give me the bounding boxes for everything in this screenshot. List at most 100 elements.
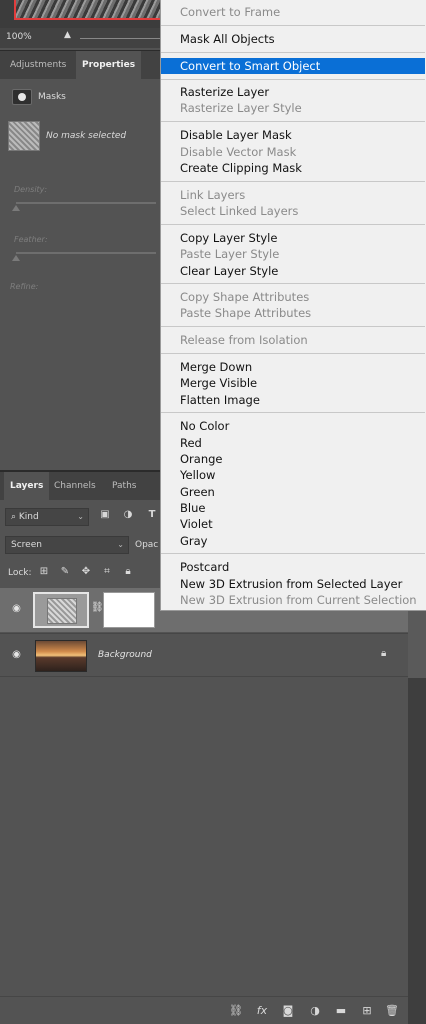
menu-item-color-blue[interactable]: Blue: [161, 500, 425, 516]
menu-item-postcard[interactable]: Postcard: [161, 559, 425, 575]
menu-separator: [161, 326, 425, 327]
lock-position-icon[interactable]: ✥: [79, 565, 93, 579]
masks-header: Masks: [0, 85, 160, 111]
menu-item-copy-shape-attributes: Copy Shape Attributes: [180, 290, 310, 304]
lock-label: Lock:: [8, 568, 32, 578]
menu-item-3d-extrusion-selected-layer[interactable]: New 3D Extrusion from Selected Layer: [161, 576, 425, 592]
chevron-down-icon: ⌄: [77, 512, 84, 521]
menu-item-disable-layer-mask[interactable]: Disable Layer Mask: [161, 127, 425, 143]
tab-paths[interactable]: Paths: [106, 472, 142, 500]
menu-separator: [161, 353, 425, 354]
menu-item-color-yellow[interactable]: Yellow: [161, 467, 425, 483]
blend-mode-dropdown[interactable]: Screen ⌄: [5, 536, 129, 554]
density-slider-knob[interactable]: [12, 205, 20, 211]
search-icon: ⌕: [11, 512, 19, 522]
menu-item-color-gray[interactable]: Gray: [161, 533, 425, 549]
lock-paint-icon[interactable]: ✎: [58, 565, 72, 579]
layer-thumbnail[interactable]: [33, 592, 89, 628]
menu-item-merge-down[interactable]: Merge Down: [161, 359, 425, 375]
menu-item-color-red[interactable]: Red: [161, 435, 425, 451]
new-group-icon[interactable]: ▬: [333, 1003, 349, 1019]
adjustment-layer-icon[interactable]: ◑: [307, 1003, 323, 1019]
menu-separator: [161, 181, 425, 182]
image-filter-icon[interactable]: ▣: [99, 509, 111, 520]
filter-kind-dropdown[interactable]: ⌕ Kind ⌄: [5, 508, 89, 526]
menu-item-paste-layer-style: Paste Layer Style: [180, 247, 280, 261]
menu-item-disable-vector-mask: Disable Vector Mask: [180, 145, 297, 159]
lock-artboard-icon[interactable]: ⌗: [100, 565, 114, 579]
menu-separator: [161, 121, 425, 122]
layer-name[interactable]: Background: [98, 650, 152, 660]
menu-separator: [161, 52, 425, 53]
density-label: Density:: [14, 185, 48, 194]
menu-item-paste-shape-attributes: Paste Shape Attributes: [180, 306, 312, 320]
link-layers-icon[interactable]: ⛓: [228, 1003, 244, 1019]
tab-channels[interactable]: Channels: [48, 472, 102, 500]
zoom-slider[interactable]: [80, 38, 160, 39]
menu-separator: [161, 553, 425, 554]
menu-separator: [161, 224, 425, 225]
tab-properties[interactable]: Properties: [76, 51, 142, 79]
mask-thumbnail: [8, 121, 40, 151]
tab-layers[interactable]: Layers: [4, 472, 50, 500]
menu-item-flatten-image[interactable]: Flatten Image: [161, 392, 425, 408]
layer-thumbnail[interactable]: [35, 640, 87, 672]
canvas-image-preview: [14, 0, 164, 20]
menu-item-color-violet[interactable]: Violet: [161, 516, 425, 532]
menu-separator: [161, 79, 425, 80]
chain-link-icon[interactable]: ⛓: [91, 602, 104, 613]
zoom-in-triangle-icon[interactable]: ▲: [64, 30, 71, 40]
delete-layer-icon[interactable]: 🗑︎: [384, 1003, 400, 1019]
lock-row: Lock: ⊞ ✎ ✥ ⌗ 🔒︎: [0, 562, 160, 584]
menu-item-mask-all-objects[interactable]: Mask All Objects: [161, 31, 425, 47]
refine-label: Refine:: [10, 282, 39, 291]
layer-mask-icon: [12, 89, 32, 105]
menu-item-color-green[interactable]: Green: [161, 484, 425, 500]
chevron-down-icon: ⌄: [117, 540, 124, 549]
add-mask-icon[interactable]: ◙: [280, 1003, 296, 1019]
menu-item-merge-visible[interactable]: Merge Visible: [161, 375, 425, 391]
menu-separator: [161, 25, 425, 26]
lock-icon[interactable]: 🔒︎: [381, 648, 386, 659]
density-slider[interactable]: [16, 202, 156, 204]
menu-item-release-from-isolation: Release from Isolation: [180, 333, 308, 347]
menu-item-copy-layer-style[interactable]: Copy Layer Style: [161, 230, 425, 246]
masks-title: Masks: [38, 92, 66, 102]
menu-item-rasterize-layer-style: Rasterize Layer Style: [180, 101, 302, 115]
tab-adjustments[interactable]: Adjustments: [4, 51, 72, 79]
menu-item-link-layers: Link Layers: [180, 188, 246, 202]
layers-footer-toolbar: ⛓ fx ◙ ◑ ▬ ⊞ 🗑︎: [0, 996, 426, 1024]
menu-item-select-linked-layers: Select Linked Layers: [180, 204, 299, 218]
eye-icon[interactable]: ◉: [10, 650, 23, 660]
navigator-zoom-row: 100% ▲: [0, 28, 160, 48]
menu-item-rasterize-layer[interactable]: Rasterize Layer: [161, 84, 425, 100]
properties-panel: Adjustments Properties Masks No mask sel…: [0, 50, 160, 470]
layer-mask-thumbnail[interactable]: [103, 592, 155, 628]
type-filter-icon[interactable]: T: [146, 509, 158, 520]
feather-slider-knob[interactable]: [12, 255, 20, 261]
menu-item-clear-layer-style[interactable]: Clear Layer Style: [161, 263, 425, 279]
fx-icon[interactable]: fx: [254, 1003, 270, 1019]
opacity-label: Opac: [135, 540, 159, 550]
menu-item-color-none[interactable]: No Color: [161, 418, 425, 434]
properties-tabbar: Adjustments Properties: [0, 51, 160, 79]
layers-tabbar: Layers Channels Paths: [0, 472, 160, 500]
menu-item-color-orange[interactable]: Orange: [161, 451, 425, 467]
feather-slider[interactable]: [16, 252, 156, 254]
lock-all-icon[interactable]: 🔒︎: [121, 565, 135, 579]
menu-separator: [161, 283, 425, 284]
lock-transparent-icon[interactable]: ⊞: [37, 565, 51, 579]
menu-item-convert-to-smart-object[interactable]: Convert to Smart Object: [161, 58, 425, 74]
layer-filter-row: ⌕ Kind ⌄ ▣ ◑ T: [0, 506, 160, 528]
feather-label: Feather:: [14, 235, 48, 244]
layer-row-background[interactable]: ◉ Background 🔒︎: [0, 633, 408, 677]
new-layer-icon[interactable]: ⊞: [359, 1003, 375, 1019]
eye-icon[interactable]: ◉: [10, 604, 23, 614]
zoom-level[interactable]: 100%: [6, 32, 32, 42]
menu-separator: [161, 412, 425, 413]
blend-mode-value: Screen: [11, 540, 42, 550]
menu-item-create-clipping-mask[interactable]: Create Clipping Mask: [161, 160, 425, 176]
no-mask-selected-text: No mask selected: [46, 131, 127, 141]
filter-kind-value: Kind: [18, 512, 39, 522]
adjustment-filter-icon[interactable]: ◑: [122, 509, 134, 520]
